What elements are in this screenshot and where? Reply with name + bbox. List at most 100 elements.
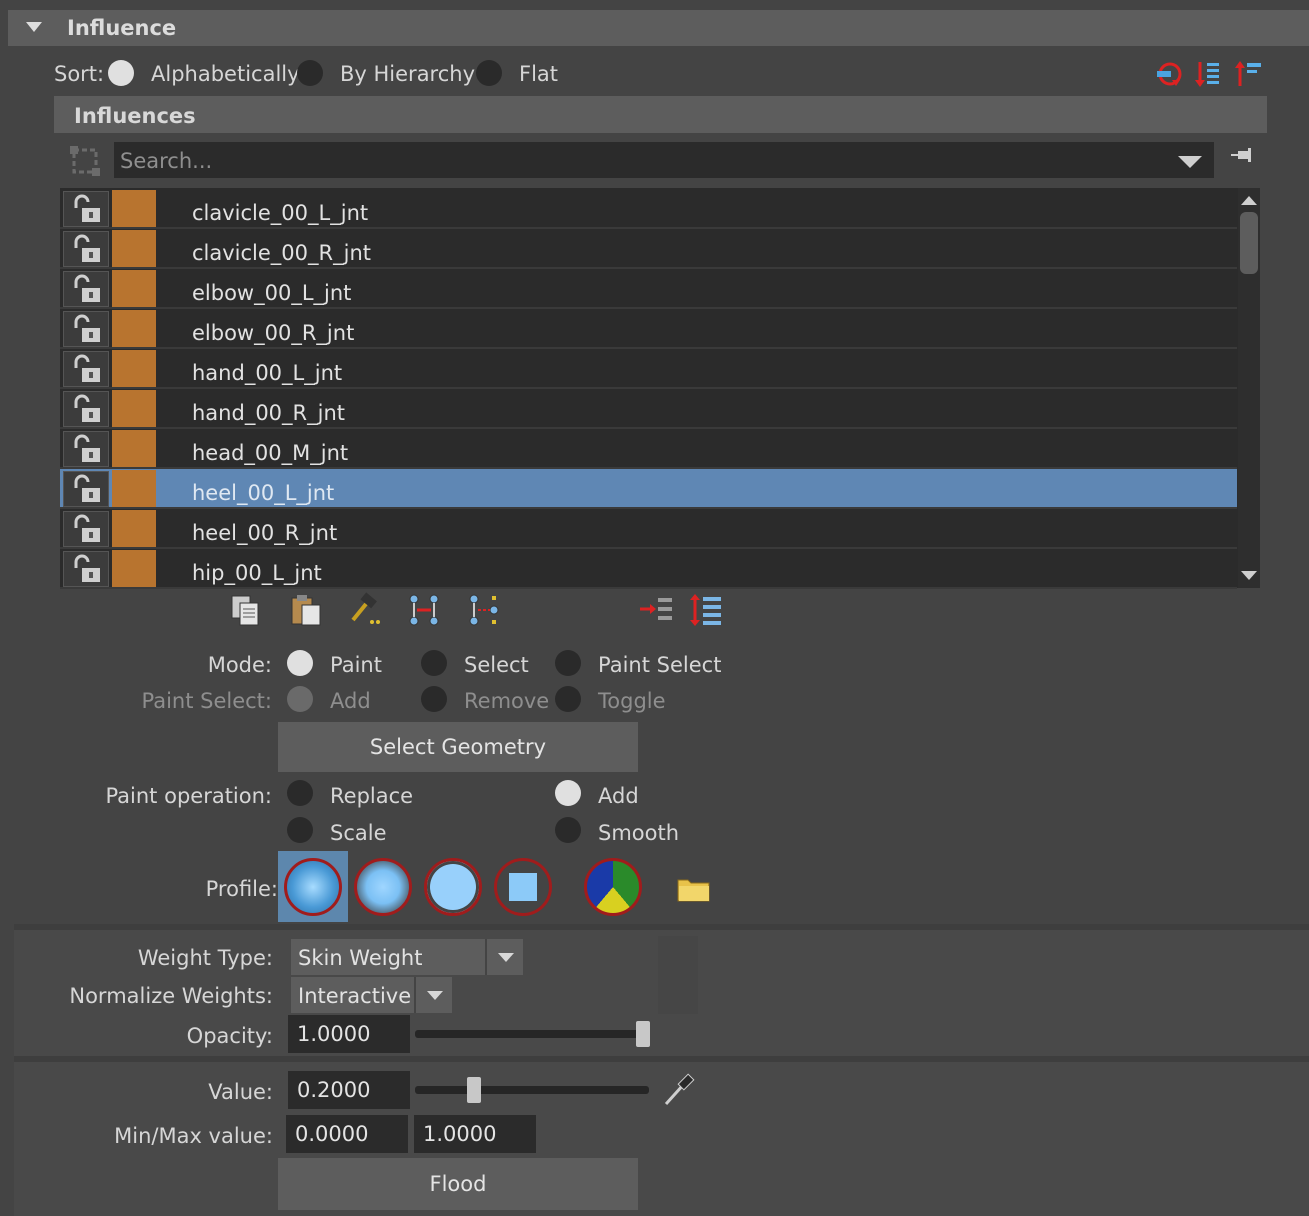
copy-weights-icon[interactable] — [226, 590, 266, 630]
paint-op-scale-radio[interactable] — [287, 817, 313, 843]
unlock-icon[interactable] — [63, 351, 109, 387]
profile-image-icon[interactable] — [584, 858, 642, 916]
color-swatch[interactable] — [112, 470, 156, 507]
influence-row[interactable]: head_00_M_jnt — [60, 429, 1237, 469]
influence-row[interactable]: hip_00_L_jnt — [60, 549, 1237, 589]
unlock-icon[interactable] — [63, 551, 109, 587]
pin-icon[interactable] — [1228, 146, 1254, 164]
color-swatch[interactable] — [112, 230, 156, 267]
unlock-icon[interactable] — [63, 271, 109, 307]
profile-soft-icon[interactable] — [354, 858, 412, 916]
profile-gaussian-icon[interactable] — [284, 858, 342, 916]
opacity-field[interactable]: 1.0000 — [288, 1015, 410, 1053]
value-slider[interactable] — [415, 1086, 649, 1094]
prune-weights-icon[interactable] — [1148, 54, 1188, 94]
paint-select-toggle-radio[interactable] — [555, 686, 581, 712]
mode-select-radio[interactable] — [421, 650, 447, 676]
sort-down-icon[interactable] — [1188, 54, 1228, 94]
sort-up-icon[interactable] — [1228, 54, 1268, 94]
weight-type-value: Skin Weight — [298, 946, 423, 970]
chevron-down-icon — [485, 939, 523, 975]
remove-influence-icon[interactable] — [686, 590, 726, 630]
influence-row[interactable]: heel_00_R_jnt — [60, 509, 1237, 549]
paint-op-add-radio[interactable] — [555, 780, 581, 806]
unlock-icon[interactable] — [63, 391, 109, 427]
sort-by-hierarchy-radio[interactable] — [297, 60, 323, 86]
color-swatch[interactable] — [112, 510, 156, 547]
unlock-icon[interactable] — [63, 471, 109, 507]
unlock-icon[interactable] — [63, 191, 109, 227]
influence-row[interactable]: elbow_00_R_jnt — [60, 309, 1237, 349]
paint-op-smooth-radio[interactable] — [555, 817, 581, 843]
unlock-icon[interactable] — [63, 431, 109, 467]
color-swatch[interactable] — [112, 390, 156, 427]
blank-swatch — [658, 936, 698, 1014]
color-swatch[interactable] — [112, 430, 156, 467]
sort-flat-radio[interactable] — [476, 60, 502, 86]
sort-flat-label: Flat — [519, 62, 559, 86]
influences-title: Influences — [74, 104, 196, 128]
opacity-slider[interactable] — [415, 1030, 647, 1038]
weight-type-dropdown[interactable]: Skin Weight — [291, 939, 523, 975]
influence-row[interactable]: heel_00_L_jnt — [60, 469, 1237, 509]
paint-select-add-radio[interactable] — [287, 686, 313, 712]
influence-row[interactable]: clavicle_00_R_jnt — [60, 229, 1237, 269]
collapse-arrow-icon[interactable] — [26, 22, 42, 32]
mode-paint-label: Paint — [330, 653, 382, 677]
unlock-icon[interactable] — [63, 311, 109, 347]
divider — [14, 1056, 1309, 1062]
color-swatch[interactable] — [112, 270, 156, 307]
unlock-icon[interactable] — [63, 511, 109, 547]
max-value-field[interactable]: 1.0000 — [414, 1115, 536, 1153]
normalize-weights-value: Interactive — [298, 984, 412, 1008]
move-weights-icon[interactable] — [404, 590, 444, 630]
influence-name: hand_00_L_jnt — [192, 361, 343, 385]
profile-solid-icon[interactable] — [424, 858, 482, 916]
folder-icon[interactable] — [676, 874, 712, 904]
influence-section-header[interactable] — [8, 10, 1309, 46]
opacity-slider-handle[interactable] — [636, 1021, 650, 1047]
paint-op-replace-label: Replace — [330, 784, 414, 808]
influence-row[interactable]: elbow_00_L_jnt — [60, 269, 1237, 309]
paint-select-remove-radio[interactable] — [421, 686, 447, 712]
influence-name: head_00_M_jnt — [192, 441, 349, 465]
profile-square-icon[interactable] — [494, 858, 552, 916]
influence-row[interactable]: hand_00_R_jnt — [60, 389, 1237, 429]
search-dropdown-icon[interactable] — [1178, 156, 1202, 168]
scroll-up-icon[interactable] — [1241, 196, 1257, 205]
weight-type-label: Weight Type: — [137, 946, 273, 970]
select-geometry-button[interactable]: Select Geometry — [278, 722, 638, 772]
color-swatch[interactable] — [112, 190, 156, 227]
normalize-weights-dropdown[interactable]: Interactive — [291, 977, 452, 1013]
mode-paint-radio[interactable] — [287, 650, 313, 676]
value-slider-handle[interactable] — [467, 1077, 481, 1103]
influences-header[interactable] — [54, 96, 1267, 133]
value-field[interactable]: 0.2000 — [288, 1071, 410, 1109]
min-max-label: Min/Max value: — [114, 1124, 273, 1148]
search-input[interactable] — [114, 142, 1214, 178]
paste-weights-icon[interactable] — [286, 590, 326, 630]
min-value-field[interactable]: 0.0000 — [286, 1115, 408, 1153]
weight-hammer-icon[interactable] — [346, 590, 386, 630]
flood-button[interactable]: Flood — [278, 1158, 638, 1210]
influence-name: elbow_00_R_jnt — [192, 321, 355, 345]
influence-row[interactable]: clavicle_00_L_jnt — [60, 189, 1237, 229]
mode-select-label: Select — [464, 653, 529, 677]
add-influence-icon[interactable] — [636, 590, 676, 630]
select-influences-icon[interactable] — [68, 144, 102, 178]
unlock-icon[interactable] — [63, 231, 109, 267]
scrollbar-thumb[interactable] — [1240, 212, 1258, 274]
divider — [14, 924, 1309, 930]
color-swatch[interactable] — [112, 550, 156, 587]
influence-row[interactable]: hand_00_L_jnt — [60, 349, 1237, 389]
paint-op-replace-radio[interactable] — [287, 780, 313, 806]
scroll-down-icon[interactable] — [1241, 571, 1257, 580]
eyedropper-icon[interactable] — [660, 1072, 696, 1108]
color-swatch[interactable] — [112, 310, 156, 347]
color-swatch[interactable] — [112, 350, 156, 387]
show-influences-icon[interactable] — [464, 590, 504, 630]
mode-paint-select-radio[interactable] — [555, 650, 581, 676]
paint-select-add-label: Add — [330, 689, 371, 713]
influence-name: clavicle_00_R_jnt — [192, 241, 372, 265]
sort-alphabetically-radio[interactable] — [108, 60, 134, 86]
